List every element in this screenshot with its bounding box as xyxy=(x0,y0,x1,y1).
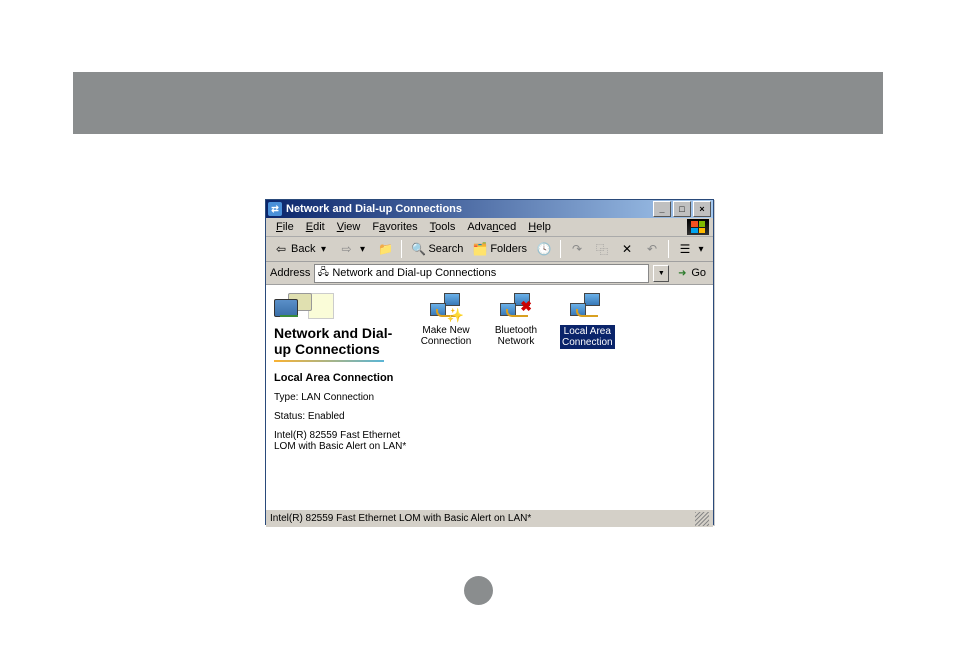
item-make-new-connection[interactable]: ✨ Make New Connection xyxy=(420,293,472,347)
divider-line xyxy=(274,360,384,362)
item-label-selected: Local Area Connection xyxy=(560,325,615,349)
statusbar: Intel(R) 82559 Fast Ethernet LOM with Ba… xyxy=(266,509,713,527)
throbber-icon xyxy=(687,219,709,235)
views-icon: ☰ xyxy=(677,241,693,257)
item-label: Bluetooth Network xyxy=(495,325,537,347)
icon-view[interactable]: ✨ Make New Connection ✖ Bluetooth Networ… xyxy=(416,285,713,509)
go-button[interactable]: ➜ Go xyxy=(673,267,709,279)
move-button[interactable]: ↷ xyxy=(566,240,588,258)
item-label: Make New Connection xyxy=(421,325,472,347)
back-dropdown-icon[interactable]: ▾ xyxy=(317,243,329,255)
forward-arrow-icon: ⇨ xyxy=(338,241,354,257)
titlebar[interactable]: ⇄ Network and Dial-up Connections _ □ × xyxy=(266,200,713,218)
undo-icon: ↶ xyxy=(644,241,660,257)
address-label: Address xyxy=(270,267,310,279)
lan-icon xyxy=(570,293,602,321)
item-local-area-connection[interactable]: Local Area Connection xyxy=(560,293,612,349)
up-button[interactable]: 📁 xyxy=(374,240,396,258)
menubar: File Edit View Favorites Tools Advanced … xyxy=(266,218,713,237)
copy-icon: ⿻ xyxy=(594,241,610,257)
folder-tree-icon: 🗂️ xyxy=(472,241,488,257)
folder-up-icon: 📁 xyxy=(377,241,393,257)
go-icon: ➜ xyxy=(676,267,688,279)
address-folder-icon: 🖧 xyxy=(317,267,329,279)
app-icon: ⇄ xyxy=(268,202,282,216)
menu-view[interactable]: View xyxy=(331,221,367,233)
menu-edit[interactable]: Edit xyxy=(300,221,331,233)
views-dropdown-icon[interactable]: ▾ xyxy=(695,243,707,255)
page-number-circle xyxy=(464,576,493,605)
back-arrow-icon: ⇦ xyxy=(273,241,289,257)
bluetooth-network-icon: ✖ xyxy=(500,293,532,321)
undo-button[interactable]: ↶ xyxy=(641,240,663,258)
toolbar: ⇦ Back ▾ ⇨ ▾ 📁 🔍 Search 🗂️ Folders 🕓 ↷ ⿻… xyxy=(266,237,713,262)
minimize-button[interactable]: _ xyxy=(653,201,671,217)
info-pane-icons xyxy=(274,293,408,319)
info-pane: Network and Dial-up Connections Local Ar… xyxy=(266,285,416,509)
search-icon: 🔍 xyxy=(410,241,426,257)
info-pane-heading: Network and Dial-up Connections xyxy=(274,325,408,357)
menu-tools[interactable]: Tools xyxy=(424,221,462,233)
window-network-connections: ⇄ Network and Dial-up Connections _ □ × … xyxy=(265,199,714,525)
menu-advanced[interactable]: Advanced xyxy=(461,221,522,233)
back-button[interactable]: ⇦ Back ▾ xyxy=(270,240,332,258)
info-pane-device: Intel(R) 82559 Fast Ethernet LOM with Ba… xyxy=(274,430,408,452)
info-pane-type: Type: LAN Connection xyxy=(274,392,408,403)
address-input[interactable]: 🖧 Network and Dial-up Connections xyxy=(314,264,649,283)
disabled-x-icon: ✖ xyxy=(520,299,532,314)
address-value: Network and Dial-up Connections xyxy=(332,267,496,279)
addressbar: Address 🖧 Network and Dial-up Connection… xyxy=(266,262,713,285)
menu-favorites-label: vorites xyxy=(385,221,417,233)
menu-view-label: iew xyxy=(344,221,361,233)
window-title: Network and Dial-up Connections xyxy=(286,203,653,215)
info-pane-subtitle: Local Area Connection xyxy=(274,372,408,384)
content-area: Network and Dial-up Connections Local Ar… xyxy=(266,285,713,509)
delete-button[interactable]: ✕ xyxy=(616,240,638,258)
toolbar-separator-3 xyxy=(668,240,669,258)
network-folder-icon xyxy=(274,293,304,319)
search-button[interactable]: 🔍 Search xyxy=(407,240,466,258)
go-label: Go xyxy=(691,267,706,279)
menu-favorites[interactable]: Favorites xyxy=(366,221,423,233)
menu-help[interactable]: Help xyxy=(522,221,557,233)
toolbar-separator xyxy=(401,240,402,258)
folders-button[interactable]: 🗂️ Folders xyxy=(469,240,530,258)
move-icon: ↷ xyxy=(569,241,585,257)
forward-button[interactable]: ⇨ ▾ xyxy=(335,240,371,258)
toolbar-separator-2 xyxy=(560,240,561,258)
address-dropdown[interactable]: ▼ xyxy=(653,265,669,282)
resize-grip[interactable] xyxy=(695,512,709,526)
menu-edit-label: dit xyxy=(313,221,325,233)
forward-dropdown-icon[interactable]: ▾ xyxy=(356,243,368,255)
copy-button[interactable]: ⿻ xyxy=(591,240,613,258)
status-text: Intel(R) 82559 Fast Ethernet LOM with Ba… xyxy=(270,513,531,524)
close-button[interactable]: × xyxy=(693,201,711,217)
folders-label: Folders xyxy=(490,243,527,255)
back-label: Back xyxy=(291,243,315,255)
menu-advanced-label: ced xyxy=(499,221,517,233)
wizard-icon: ✨ xyxy=(430,293,462,321)
page-banner xyxy=(73,72,883,134)
views-button[interactable]: ☰ ▾ xyxy=(674,240,710,258)
maximize-button[interactable]: □ xyxy=(673,201,691,217)
info-pane-status: Status: Enabled xyxy=(274,411,408,422)
menu-help-label: elp xyxy=(536,221,551,233)
history-icon: 🕓 xyxy=(536,241,552,257)
history-button[interactable]: 🕓 xyxy=(533,240,555,258)
item-bluetooth-network[interactable]: ✖ Bluetooth Network xyxy=(490,293,542,347)
menu-tools-label: ools xyxy=(435,221,455,233)
search-label: Search xyxy=(428,243,463,255)
menu-file-label: ile xyxy=(283,221,294,233)
menu-file[interactable]: File xyxy=(270,221,300,233)
delete-icon: ✕ xyxy=(619,241,635,257)
